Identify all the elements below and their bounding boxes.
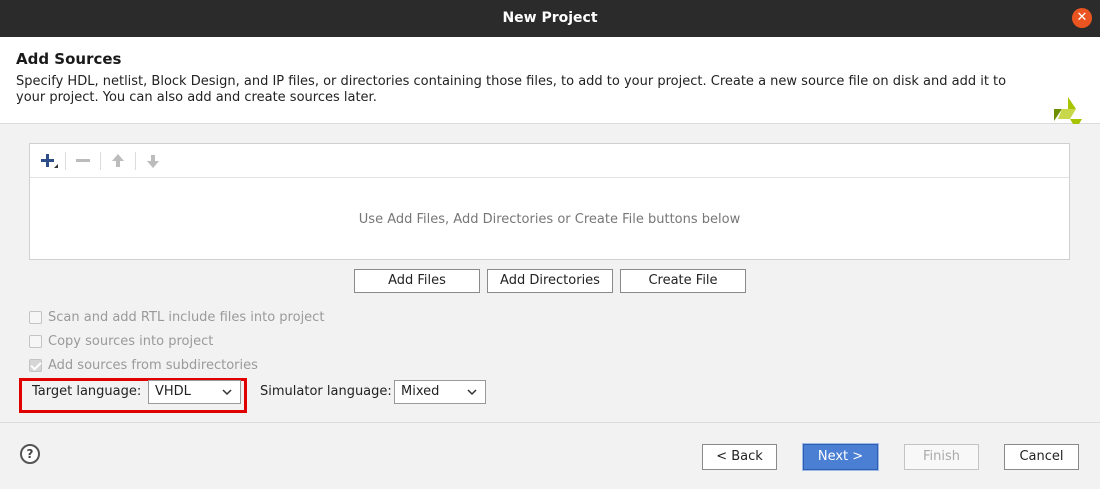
- copy-sources-label: Copy sources into project: [48, 334, 214, 349]
- page-header: Add Sources Specify HDL, netlist, Block …: [0, 37, 1100, 129]
- add-files-button[interactable]: Add Files: [354, 269, 480, 293]
- empty-list-message: Use Add Files, Add Directories or Create…: [358, 212, 741, 227]
- create-file-label: Create File: [648, 273, 718, 288]
- arrow-up-icon[interactable]: [107, 150, 129, 172]
- back-button[interactable]: < Back: [702, 444, 777, 470]
- add-icon[interactable]: [38, 150, 60, 172]
- next-button[interactable]: Next >: [803, 444, 878, 470]
- simulator-language-select[interactable]: Mixed: [394, 380, 486, 404]
- cancel-button[interactable]: Cancel: [1004, 444, 1079, 470]
- scan-rtl-checkbox[interactable]: [29, 311, 42, 324]
- add-files-label: Add Files: [388, 273, 446, 288]
- content-area: Use Add Files, Add Directories or Create…: [0, 124, 1100, 422]
- toolbar-separator: [135, 152, 136, 170]
- chevron-down-icon: [222, 389, 232, 396]
- close-button[interactable]: ✕: [1072, 8, 1092, 28]
- target-language-label: Target language:: [32, 384, 142, 399]
- sources-toolbar: [30, 144, 1069, 178]
- create-file-button[interactable]: Create File: [620, 269, 746, 293]
- target-language-value: VHDL: [155, 384, 191, 399]
- copy-sources-checkbox[interactable]: [29, 335, 42, 348]
- arrow-down-icon[interactable]: [142, 150, 164, 172]
- add-subdirs-label: Add sources from subdirectories: [48, 358, 258, 373]
- toolbar-separator: [100, 152, 101, 170]
- scan-rtl-label: Scan and add RTL include files into proj…: [48, 310, 325, 325]
- title-bar: New Project ✕: [0, 0, 1100, 37]
- add-directories-label: Add Directories: [500, 273, 600, 288]
- page-description: Specify HDL, netlist, Block Design, and …: [16, 74, 1007, 105]
- simulator-language-label: Simulator language:: [260, 384, 392, 399]
- sources-list-panel[interactable]: Use Add Files, Add Directories or Create…: [29, 143, 1070, 260]
- close-icon: ✕: [1076, 10, 1088, 25]
- add-subdirs-checkbox[interactable]: [29, 359, 42, 372]
- toolbar-separator: [65, 152, 66, 170]
- target-language-select[interactable]: VHDL: [148, 380, 241, 404]
- dialog-footer: ? < Back Next > Finish Cancel: [0, 422, 1100, 489]
- help-icon[interactable]: ?: [20, 444, 40, 464]
- window-title: New Project: [502, 10, 598, 26]
- remove-icon[interactable]: [72, 150, 94, 172]
- simulator-language-value: Mixed: [401, 384, 440, 399]
- page-title: Add Sources: [16, 50, 122, 68]
- finish-button[interactable]: Finish: [904, 444, 979, 470]
- add-directories-button[interactable]: Add Directories: [487, 269, 613, 293]
- chevron-down-icon: [467, 389, 477, 396]
